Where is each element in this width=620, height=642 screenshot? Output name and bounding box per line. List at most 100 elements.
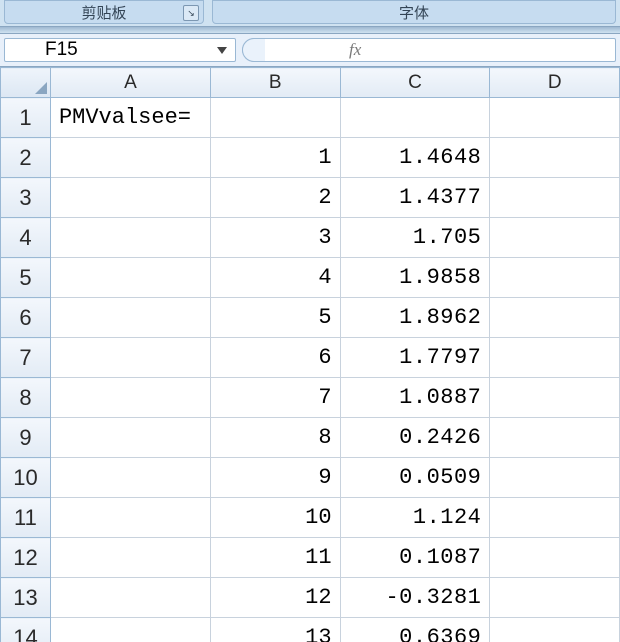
cell-D7[interactable] (490, 338, 620, 378)
table-row: 11 101.124 (1, 498, 620, 538)
cell-A13[interactable] (50, 578, 210, 618)
row-header[interactable]: 9 (1, 418, 51, 458)
row-header[interactable]: 7 (1, 338, 51, 378)
cell-D12[interactable] (490, 538, 620, 578)
table-row: 7 61.7797 (1, 338, 620, 378)
cell-C3[interactable]: 1.4377 (340, 178, 490, 218)
cell-C11[interactable]: 1.124 (340, 498, 490, 538)
row-header[interactable]: 14 (1, 618, 51, 642)
cell-D11[interactable] (490, 498, 620, 538)
clipboard-dialog-launcher-icon[interactable]: ↘ (183, 5, 199, 21)
cell-D6[interactable] (490, 298, 620, 338)
row-header[interactable]: 6 (1, 298, 51, 338)
cell-A6[interactable] (50, 298, 210, 338)
cell-C9[interactable]: 0.2426 (340, 418, 490, 458)
cell-C4[interactable]: 1.705 (340, 218, 490, 258)
cell-A8[interactable] (50, 378, 210, 418)
cell-B12[interactable]: 11 (210, 538, 340, 578)
col-header-B[interactable]: B (210, 68, 340, 98)
cell-B7[interactable]: 6 (210, 338, 340, 378)
cell-A7[interactable] (50, 338, 210, 378)
table-row: 8 71.0887 (1, 378, 620, 418)
cell-C2[interactable]: 1.4648 (340, 138, 490, 178)
row-header[interactable]: 1 (1, 98, 51, 138)
fx-icon[interactable]: fx (349, 40, 361, 60)
table-row: 14 130.6369 (1, 618, 620, 642)
cell-B3[interactable]: 2 (210, 178, 340, 218)
col-header-C[interactable]: C (340, 68, 490, 98)
cell-D8[interactable] (490, 378, 620, 418)
table-row: 3 21.4377 (1, 178, 620, 218)
cell-B2[interactable]: 1 (210, 138, 340, 178)
grid-table: A B C D 1PMVvalsee=211.4648321.4377431.7… (0, 67, 620, 642)
cell-C1[interactable] (340, 98, 490, 138)
cell-C13[interactable]: -0.3281 (340, 578, 490, 618)
table-row: 2 11.4648 (1, 138, 620, 178)
cell-A3[interactable] (50, 178, 210, 218)
cell-B11[interactable]: 10 (210, 498, 340, 538)
ribbon-shadow (0, 27, 620, 34)
row-header[interactable]: 2 (1, 138, 51, 178)
worksheet[interactable]: A B C D 1PMVvalsee=211.4648321.4377431.7… (0, 67, 620, 642)
cell-B5[interactable]: 4 (210, 258, 340, 298)
col-header-A[interactable]: A (50, 68, 210, 98)
cell-A2[interactable] (50, 138, 210, 178)
cell-D4[interactable] (490, 218, 620, 258)
ribbon-group-labels: 剪贴板 ↘ 字体 (0, 0, 620, 27)
cell-B13[interactable]: 12 (210, 578, 340, 618)
formula-input[interactable] (373, 38, 615, 62)
cell-B14[interactable]: 13 (210, 618, 340, 642)
cell-C5[interactable]: 1.9858 (340, 258, 490, 298)
cell-C10[interactable]: 0.0509 (340, 458, 490, 498)
cell-A14[interactable] (50, 618, 210, 642)
cell-A5[interactable] (50, 258, 210, 298)
cell-A12[interactable] (50, 538, 210, 578)
name-box-dropdown-icon[interactable] (217, 47, 227, 54)
cell-A4[interactable] (50, 218, 210, 258)
cell-D2[interactable] (490, 138, 620, 178)
cell-D13[interactable] (490, 578, 620, 618)
cell-B8[interactable]: 7 (210, 378, 340, 418)
ribbon-group-clipboard-label: 剪贴板 (81, 2, 126, 23)
cell-A10[interactable] (50, 458, 210, 498)
table-row: 10 90.0509 (1, 458, 620, 498)
cell-C8[interactable]: 1.0887 (340, 378, 490, 418)
cell-D3[interactable] (490, 178, 620, 218)
ribbon-group-clipboard[interactable]: 剪贴板 ↘ (4, 0, 204, 24)
table-row: 13 12-0.3281 (1, 578, 620, 618)
row-header[interactable]: 8 (1, 378, 51, 418)
row-header[interactable]: 5 (1, 258, 51, 298)
row-header[interactable]: 4 (1, 218, 51, 258)
name-box-value: F15 (45, 39, 78, 61)
cell-D5[interactable] (490, 258, 620, 298)
cell-A9[interactable] (50, 418, 210, 458)
cell-B4[interactable]: 3 (210, 218, 340, 258)
cell-C7[interactable]: 1.7797 (340, 338, 490, 378)
col-header-D[interactable]: D (490, 68, 620, 98)
ribbon-group-font[interactable]: 字体 (212, 0, 616, 24)
cell-A1[interactable]: PMVvalsee= (50, 98, 210, 138)
cell-B6[interactable]: 5 (210, 298, 340, 338)
cell-D14[interactable] (490, 618, 620, 642)
cell-B9[interactable]: 8 (210, 418, 340, 458)
table-row: 12 110.1087 (1, 538, 620, 578)
cell-D10[interactable] (490, 458, 620, 498)
name-box[interactable]: F15 (4, 38, 236, 62)
cell-B1[interactable] (210, 98, 340, 138)
cell-D9[interactable] (490, 418, 620, 458)
cell-C14[interactable]: 0.6369 (340, 618, 490, 642)
cell-C6[interactable]: 1.8962 (340, 298, 490, 338)
select-all-corner[interactable] (1, 68, 51, 98)
cell-D1[interactable] (490, 98, 620, 138)
row-header[interactable]: 12 (1, 538, 51, 578)
ribbon-group-font-label: 字体 (399, 2, 429, 23)
row-header[interactable]: 11 (1, 498, 51, 538)
cell-A11[interactable] (50, 498, 210, 538)
formula-bar-curve (242, 38, 265, 62)
row-header[interactable]: 13 (1, 578, 51, 618)
table-row: 6 51.8962 (1, 298, 620, 338)
cell-C12[interactable]: 0.1087 (340, 538, 490, 578)
cell-B10[interactable]: 9 (210, 458, 340, 498)
row-header[interactable]: 10 (1, 458, 51, 498)
row-header[interactable]: 3 (1, 178, 51, 218)
